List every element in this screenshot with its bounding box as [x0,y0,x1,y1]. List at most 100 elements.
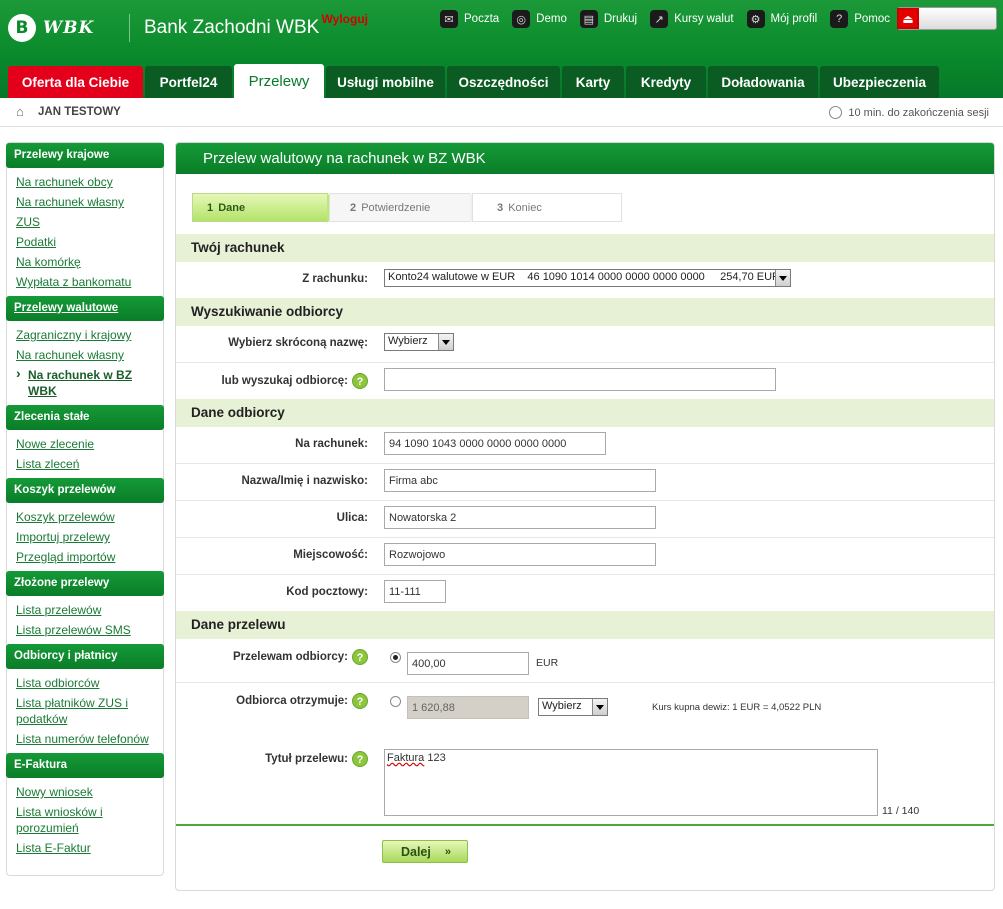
tab-oszczednosci[interactable]: Oszczędności [447,66,560,98]
tab-oferta-dla-ciebie[interactable]: Oferta dla Ciebie [8,66,143,98]
sidebar-item-na-rachunek-obcy[interactable]: Na rachunek obcy [16,172,163,192]
top-link-poczta[interactable]: ✉ Poczta [440,10,499,28]
help-icon[interactable]: ? [352,693,368,709]
globe-icon: ◎ [512,10,531,28]
sidebar-section-przelewy-walutowe[interactable]: Przelewy walutowe [6,296,164,321]
transfer-title-word: Faktura [387,752,425,764]
receive-currency-value: Wybierz [542,700,582,712]
top-link-demo[interactable]: ◎ Demo [512,10,567,28]
step-label: Potwierdzenie [361,201,431,214]
sidebar-list: Lista przelewów Lista przelewów SMS [7,596,163,644]
from-account-value: Konto24 walutowe w EUR 46 1090 1014 0000… [388,271,781,283]
sidebar-item-na-rachunek-wlasny[interactable]: Na rachunek własny [16,192,163,212]
receive-currency-select[interactable]: Wybierz [538,698,608,716]
sidebar-section-zlecenia-stale[interactable]: Zlecenia stałe [6,405,164,430]
short-name-select[interactable]: Wybierz [384,333,454,351]
city-input[interactable]: Rozwojowo [384,543,656,566]
session-timer: 10 min. do zakończenia sesji [829,106,989,119]
tab-ubezpieczenia[interactable]: Ubezpieczenia [820,66,939,98]
sidebar-item-koszyk-przelewow[interactable]: Koszyk przelewów [16,507,163,527]
top-link-moj-profil[interactable]: ⚙ Mój profil [746,10,817,28]
transfer-title-textarea[interactable]: Faktura 123 [384,749,878,816]
zip-input[interactable]: 11-111 [384,580,446,603]
sidebar-item-na-rachunek-w-bz-wbk[interactable]: Na rachunek w BZ WBK [16,365,163,401]
step-label: Dane [218,201,246,214]
sidebar-item-lista-przelewow-sms[interactable]: Lista przelewów SMS [16,620,163,640]
logout-button[interactable]: ⏏ Wyloguj [322,7,997,30]
top-link-label: Demo [536,13,567,25]
help-icon[interactable]: ? [352,373,368,389]
top-link-kursy-walut[interactable]: ↗ Kursy walut [650,10,734,28]
sidebar-section-koszyk-przelewow[interactable]: Koszyk przelewów [6,478,164,503]
row-city: Miejscowość: Rozwojowo [176,538,994,575]
from-account-select[interactable]: Konto24 walutowe w EUR 46 1090 1014 0000… [384,269,791,287]
row-receive-amount: Odbiorca otrzymuje: ? 1 620,88 Wybierz K… [176,683,994,739]
row-transfer-title: Tytuł przelewu: ? Faktura 123 11 / 140 [176,741,994,823]
wizard-steps: 1 Dane 2 Potwierdzenie 3 Koniec [192,193,622,223]
to-account-input[interactable]: 94 1090 1043 0000 0000 0000 0000 [384,432,606,455]
tab-przelewy[interactable]: Przelewy [234,64,324,98]
transfer-title-rest: 123 [424,752,446,764]
sidebar-item-lista-zlecen[interactable]: Lista zleceń [16,454,163,474]
sidebar-item-wyplata-z-bankomatu[interactable]: Wypłata z bankomatu [16,272,163,292]
page-title: Przelew walutowy na rachunek w BZ WBK [176,143,994,174]
sidebar-section-odbiorcy-i-platnicy[interactable]: Odbiorcy i płatnicy [6,644,164,669]
street-input[interactable]: Nowatorska 2 [384,506,656,529]
chart-icon: ↗ [650,10,669,28]
send-amount-radio[interactable] [390,652,401,663]
sidebar-item-lista-odbiorcow[interactable]: Lista odbiorców [16,673,163,693]
chevron-down-icon [592,699,607,715]
next-button[interactable]: Dalej » [382,840,468,863]
recipient-name-input[interactable]: Firma abc [384,469,656,492]
step-dane: 1 Dane [192,193,342,223]
tab-karty[interactable]: Karty [562,66,624,98]
top-link-pomoc[interactable]: ? Pomoc [830,10,890,28]
gear-icon: ⚙ [746,10,765,28]
sidebar-section-przelewy-krajowe[interactable]: Przelewy krajowe [6,143,164,168]
receive-amount-radio[interactable] [390,696,401,707]
send-amount-input[interactable]: 400,00 [407,652,529,675]
tab-kredyty[interactable]: Kredyty [626,66,706,98]
sidebar-list: Na rachunek obcy Na rachunek własny ZUS … [7,168,163,296]
send-amount-label: Przelewam odbiorcy: [232,651,348,663]
form-divider [176,824,994,826]
section-dane-odbiorcy: Dane odbiorcy [176,399,994,427]
send-amount-label-wrap: Przelewam odbiorcy: ? [233,649,368,665]
receive-amount-label-wrap: Odbiorca otrzymuje: ? [236,693,368,709]
search-recipient-label-wrap: lub wyszukaj odbiorcę: ? [221,373,368,389]
sidebar-item-przeglad-importow[interactable]: Przegląd importów [16,547,163,567]
row-street: Ulica: Nowatorska 2 [176,501,994,538]
bank-logo-text: WBK [43,18,95,38]
transfer-form-panel: Przelew walutowy na rachunek w BZ WBK 1 … [175,142,995,891]
sidebar-item-zus[interactable]: ZUS [16,212,163,232]
sidebar-section-zlozone-przelewy[interactable]: Złożone przelewy [6,571,164,596]
clock-icon [829,106,843,119]
sidebar-item-na-rachunek-wlasny-walutowy[interactable]: Na rachunek własny [16,345,163,365]
sidebar-item-nowy-wniosek[interactable]: Nowy wniosek [16,782,163,802]
sidebar-section-e-faktura[interactable]: E-Faktura [6,753,164,778]
tab-uslugi-mobilne[interactable]: Usługi mobilne [326,66,445,98]
sidebar-list: Koszyk przelewów Importuj przelewy Przeg… [7,503,163,571]
tab-doladowania[interactable]: Doładowania [708,66,818,98]
sidebar-item-nowe-zlecenie[interactable]: Nowe zlecenie [16,434,163,454]
sidebar-item-zagraniczny-i-krajowy[interactable]: Zagraniczny i krajowy [16,325,163,345]
sidebar-item-importuj-przelewy[interactable]: Importuj przelewy [16,527,163,547]
bank-logo[interactable]: B WBK [8,14,120,42]
user-name: JAN TESTOWY [38,106,121,118]
tab-portfel24[interactable]: Portfel24 [145,66,232,98]
bank-logo-mark: B [8,14,36,42]
recipient-name-label: Nazwa/Imię i nazwisko: [241,475,368,487]
top-link-label: Pomoc [854,13,890,25]
top-link-label: Drukuj [603,13,638,25]
top-link-drukuj[interactable]: ▤ Drukuj [579,10,638,28]
search-recipient-input[interactable] [384,368,776,391]
sidebar-item-podatki[interactable]: Podatki [16,232,163,252]
help-icon[interactable]: ? [352,751,368,767]
sidebar-item-lista-e-faktur[interactable]: Lista E-Faktur [16,838,163,858]
sidebar-item-lista-wnioskow[interactable]: Lista wniosków i porozumień [16,802,163,838]
sidebar-item-na-komorke[interactable]: Na komórkę [16,252,163,272]
help-icon[interactable]: ? [352,649,368,665]
sidebar-item-lista-numerow-telefonow[interactable]: Lista numerów telefonów [16,729,163,749]
sidebar-item-lista-platnikow[interactable]: Lista płatników ZUS i podatków [16,693,163,729]
sidebar-item-lista-przelewow[interactable]: Lista przelewów [16,600,163,620]
